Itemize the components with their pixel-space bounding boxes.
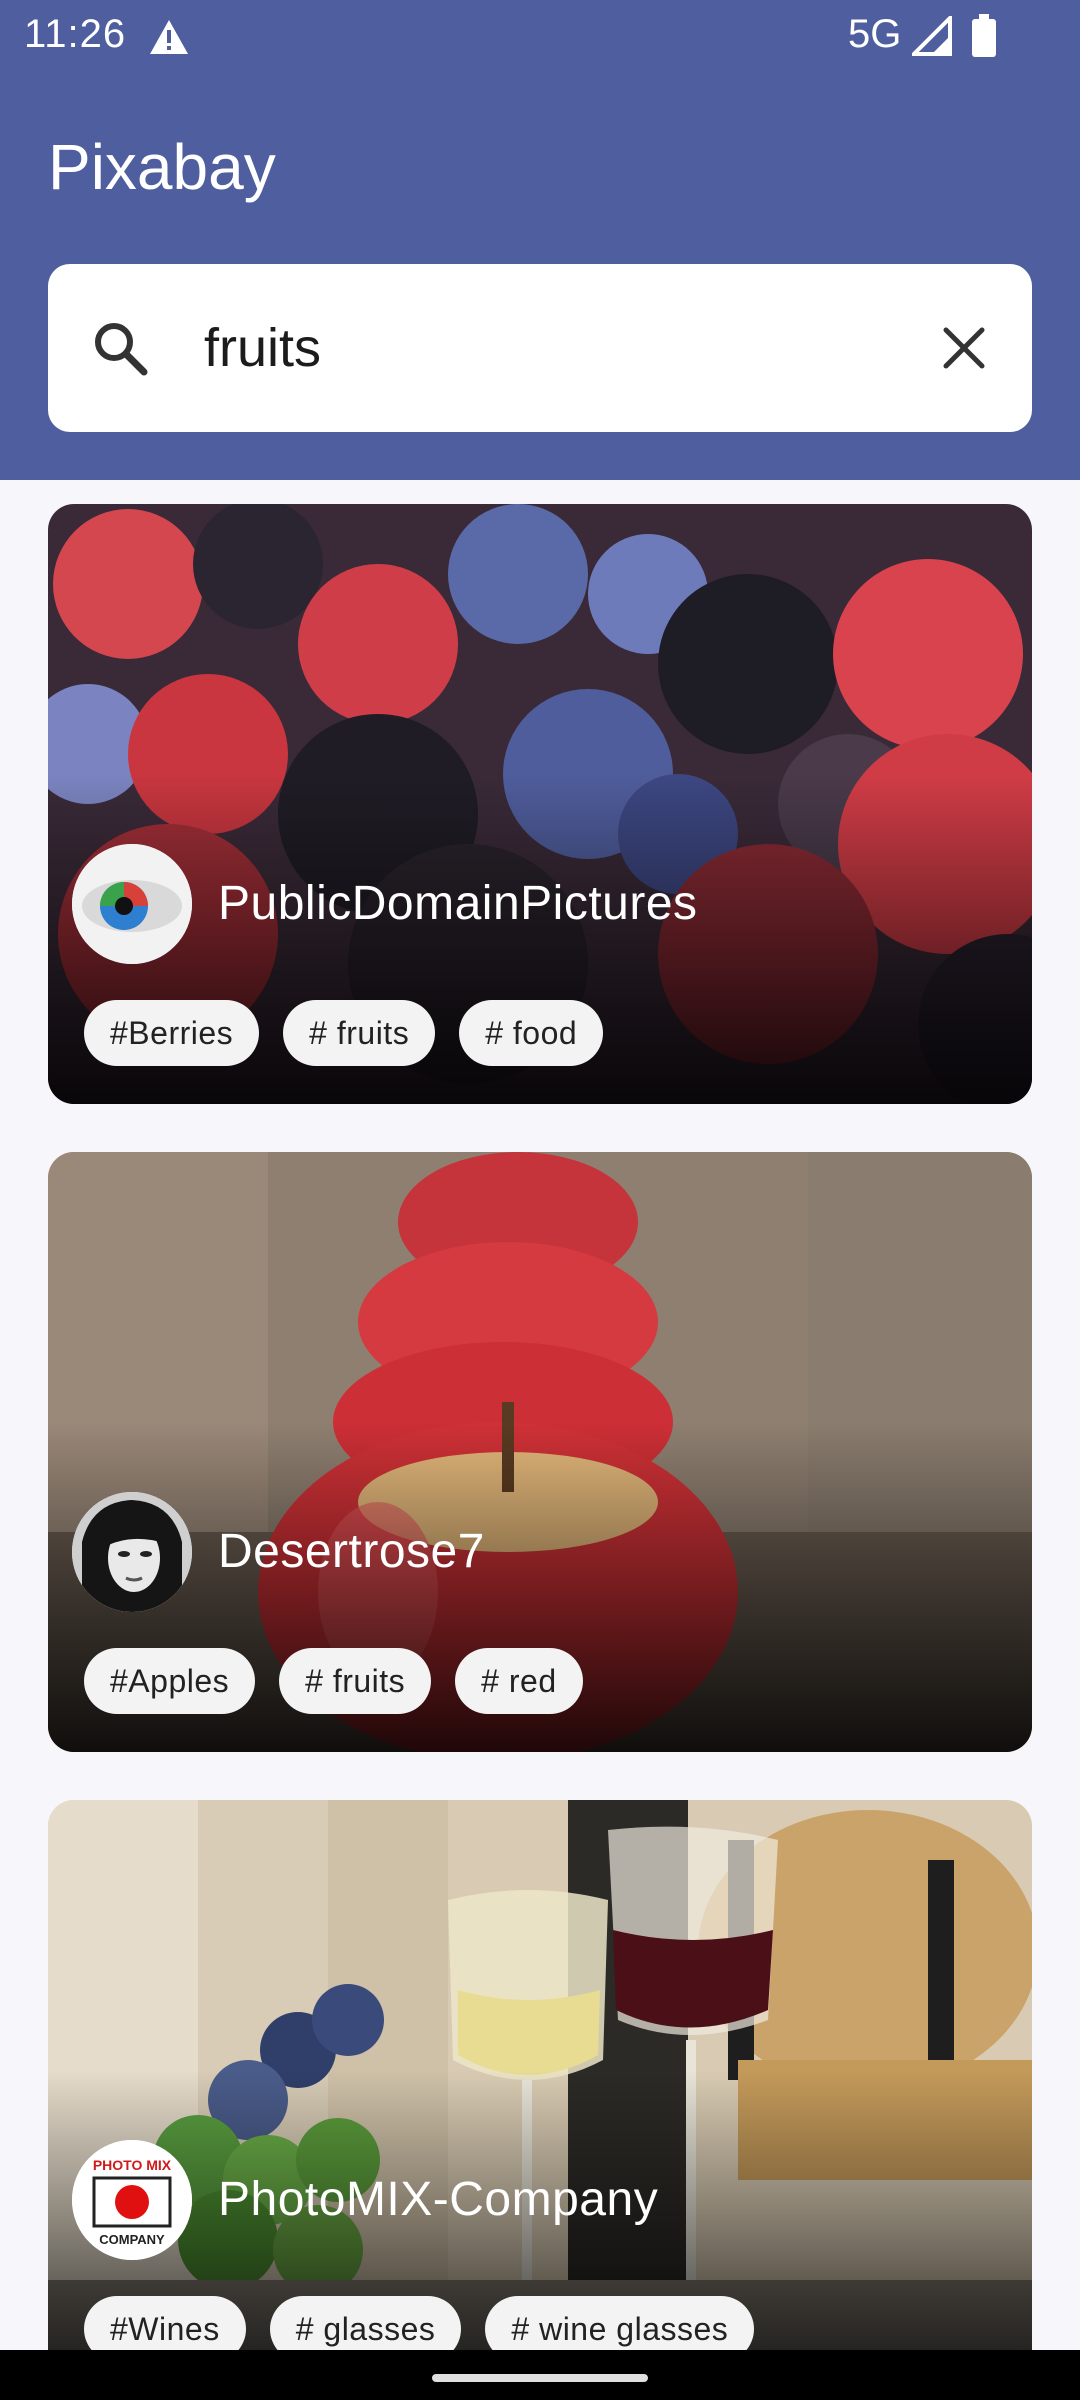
network-type: 5G	[848, 12, 902, 56]
tag-list: #Apples # fruits # red	[84, 1648, 583, 1714]
image-card[interactable]: PHOTO MIX COMPANY PhotoMIX-Company #Wine…	[48, 1800, 1032, 2400]
author-name: PublicDomainPictures	[218, 877, 698, 930]
author-name: Desertrose7	[218, 1525, 485, 1578]
author-avatar[interactable]: PHOTO MIX COMPANY	[72, 2140, 192, 2260]
logo-text-top: PHOTO MIX	[93, 2157, 172, 2173]
eye-avatar-image	[72, 844, 192, 964]
portrait-avatar-image	[72, 1492, 192, 1612]
tag-chip[interactable]: # red	[455, 1648, 583, 1714]
warning-icon	[150, 20, 188, 54]
navigation-bar	[0, 2350, 1080, 2400]
battery-icon	[972, 14, 996, 57]
clear-search-button[interactable]	[920, 304, 1008, 392]
close-icon	[943, 327, 985, 369]
author-name: PhotoMIX-Company	[218, 2173, 659, 2226]
search-input[interactable]	[204, 304, 924, 392]
tag-list: #Berries # fruits # food	[84, 1000, 604, 1066]
tag-chip[interactable]: #Apples	[84, 1648, 256, 1714]
screen: 11:26 5G Pixabay fruits PublicDomainPict…	[0, 0, 1080, 2400]
author-avatar[interactable]	[72, 1492, 192, 1612]
search-bar	[48, 264, 1032, 432]
top-app-bar: 11:26 5G Pixabay	[0, 0, 1080, 480]
tag-chip[interactable]: # fruits	[279, 1648, 432, 1714]
image-card[interactable]: Desertrose7 #Apples # fruits # red	[48, 1152, 1032, 1752]
status-bar: 11:26 5G	[0, 0, 1080, 75]
home-gesture-handle[interactable]	[432, 2374, 648, 2382]
author-avatar[interactable]	[72, 844, 192, 964]
image-card[interactable]: PublicDomainPictures #Berries # fruits #…	[48, 504, 1032, 1104]
logo-text-bottom: COMPANY	[99, 2232, 165, 2247]
app-title: Pixabay	[48, 131, 276, 203]
tag-chip[interactable]: # fruits	[283, 1000, 436, 1066]
tag-chip[interactable]: #Berries	[84, 1000, 260, 1066]
status-time: 11:26	[24, 12, 127, 56]
tag-chip[interactable]: # food	[459, 1000, 604, 1066]
photomix-logo: PHOTO MIX COMPANY	[72, 2140, 192, 2260]
signal-icon	[912, 16, 952, 56]
search-icon[interactable]	[88, 316, 152, 380]
